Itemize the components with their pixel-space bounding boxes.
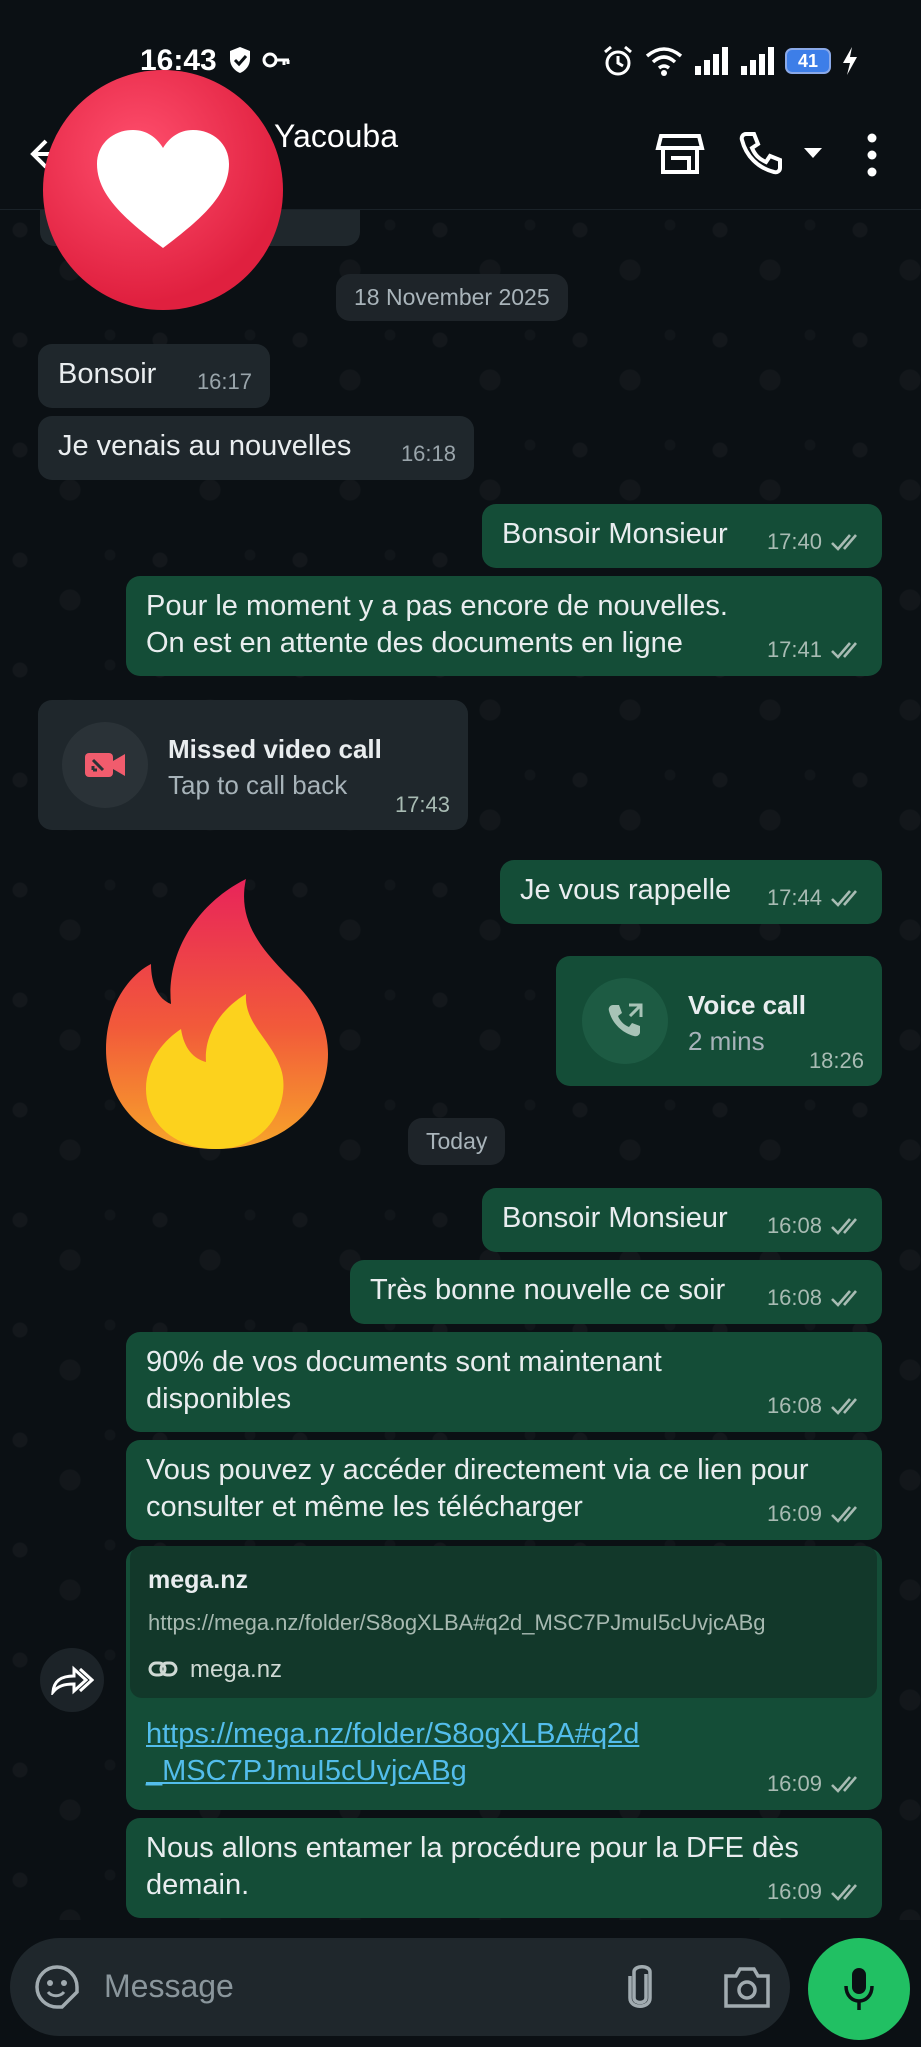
message-time: 16:17: [196, 369, 252, 394]
message-text: Bonsoir Monsieur: [502, 1202, 728, 1234]
shield-icon: [230, 47, 250, 73]
message-text: Je vous rappelle: [520, 874, 732, 906]
call-title: Voice call: [688, 990, 807, 1020]
message-text: Très bonne nouvelle ce soir: [370, 1274, 726, 1306]
message-text: Bonsoir: [58, 358, 157, 390]
message-bubble[interactable]: Vous pouvez y accéder directement via ce…: [126, 1440, 882, 1540]
message-bubble[interactable]: Bonsoir 16:17: [38, 344, 270, 408]
message-bubble[interactable]: Pour le moment y a pas encore de nouvell…: [126, 576, 882, 676]
call-icon-circle: [582, 978, 668, 1064]
link-line-1[interactable]: https://mega.nz/folder/S8ogXLBA#q2d: [146, 1716, 639, 1753]
message-time: 18:26: [808, 1048, 864, 1073]
voice-call-card[interactable]: Voice call 2 mins 18:26: [556, 956, 882, 1086]
message-bubble[interactable]: Très bonne nouvelle ce soir 16:08: [350, 1260, 882, 1324]
chat-area: 18 November 2025 Bonsoir 16:17 Je venais…: [0, 210, 921, 1920]
message-input-bar[interactable]: Message: [10, 1938, 790, 2036]
message-time: 17:41: [766, 637, 822, 662]
heart-reaction-badge: [43, 70, 283, 310]
date-chip: 18 November 2025: [336, 274, 568, 321]
call-title: Missed video call: [168, 734, 382, 764]
voice-record-button[interactable]: [808, 1938, 910, 2040]
link-line-2[interactable]: _MSC7PJmuI5cUvjcABg: [146, 1753, 639, 1790]
forward-button[interactable]: [40, 1648, 104, 1712]
shop-icon[interactable]: [655, 128, 705, 178]
message-text: Bonsoir Monsieur: [502, 518, 728, 550]
message-bubble[interactable]: Je venais au nouvelles 16:18: [38, 416, 474, 480]
read-ticks-icon: [831, 889, 857, 907]
more-options-icon[interactable]: [860, 130, 884, 180]
read-ticks-icon: [831, 1775, 857, 1793]
missed-video-icon: [85, 753, 125, 777]
message-time: 17:43: [394, 792, 450, 817]
message-text: Vous pouvez y accéder directement via ce…: [146, 1454, 809, 1523]
link-icon: [148, 1661, 178, 1677]
message-time: 16:08: [766, 1285, 822, 1310]
alarm-icon: [604, 45, 632, 76]
status-icons: 41: [601, 44, 859, 78]
sticker-icon[interactable]: [34, 1964, 80, 2010]
message-input[interactable]: Message: [104, 1968, 234, 2005]
message-text: 90% de vos documents sont maintenant dis…: [146, 1346, 662, 1415]
message-bubble[interactable]: 90% de vos documents sont maintenant dis…: [126, 1332, 882, 1432]
message-time: 16:09: [766, 1879, 822, 1904]
charging-icon: [843, 47, 857, 75]
forward-icon: [51, 1665, 94, 1695]
outgoing-call-icon: [608, 1003, 643, 1037]
battery-indicator: 41: [785, 48, 831, 74]
call-subtitle: Tap to call back: [168, 770, 348, 800]
read-ticks-icon: [831, 1883, 857, 1901]
signal-icon: [695, 47, 728, 75]
message-time: 16:08: [766, 1393, 822, 1418]
message-text: Je venais au nouvelles: [58, 430, 352, 462]
message-time: 16:09: [766, 1771, 822, 1796]
read-ticks-icon: [831, 1505, 857, 1523]
link-preview-card[interactable]: mega.nz https://mega.nz/folder/S8ogXLBA#…: [130, 1546, 877, 1698]
link-preview-url: https://mega.nz/folder/S8ogXLBA#q2d_MSC7…: [148, 1610, 766, 1635]
read-ticks-icon: [831, 1217, 857, 1235]
heart-icon: [97, 130, 229, 248]
call-subtitle: 2 mins: [688, 1026, 765, 1056]
message-text: Nous allons entamer la procédure pour la…: [146, 1832, 799, 1901]
phone-icon[interactable]: [736, 128, 786, 178]
read-ticks-icon: [831, 641, 857, 659]
link-text[interactable]: https://mega.nz/folder/S8ogXLBA#q2d _MSC…: [146, 1716, 639, 1790]
link-preview-domain: mega.nz: [190, 1656, 283, 1683]
key-icon: [262, 52, 290, 68]
read-ticks-icon: [831, 1397, 857, 1415]
message-time: 16:18: [400, 441, 456, 466]
message-bubble[interactable]: Je vous rappelle 17:44: [500, 860, 882, 924]
date-chip: Today: [408, 1118, 506, 1165]
read-ticks-icon: [831, 533, 857, 551]
message-time: 16:09: [766, 1501, 822, 1526]
fire-emoji: [106, 879, 328, 1149]
wifi-icon: [645, 47, 683, 76]
signal-icon-2: [741, 47, 774, 75]
message-bubble[interactable]: Bonsoir Monsieur 17:40: [482, 504, 882, 568]
message-time: 17:44: [766, 885, 822, 910]
missed-video-call-card[interactable]: Missed video call Tap to call back 17:43: [38, 700, 468, 830]
call-icon-circle: [62, 722, 148, 808]
camera-icon[interactable]: [722, 1964, 772, 2010]
read-ticks-icon: [831, 1289, 857, 1307]
microphone-icon: [844, 1968, 874, 2010]
message-time: 16:08: [766, 1213, 822, 1238]
message-bubble[interactable]: Bonsoir Monsieur 16:08: [482, 1188, 882, 1252]
message-bubble[interactable]: Nous allons entamer la procédure pour la…: [126, 1818, 882, 1918]
chevron-down-icon[interactable]: [802, 146, 824, 160]
message-text: Pour le moment y a pas encore de nouvell…: [146, 590, 728, 659]
message-time: 17:40: [766, 529, 822, 554]
attach-icon[interactable]: [620, 1962, 660, 2012]
link-preview-title: mega.nz: [148, 1566, 249, 1594]
